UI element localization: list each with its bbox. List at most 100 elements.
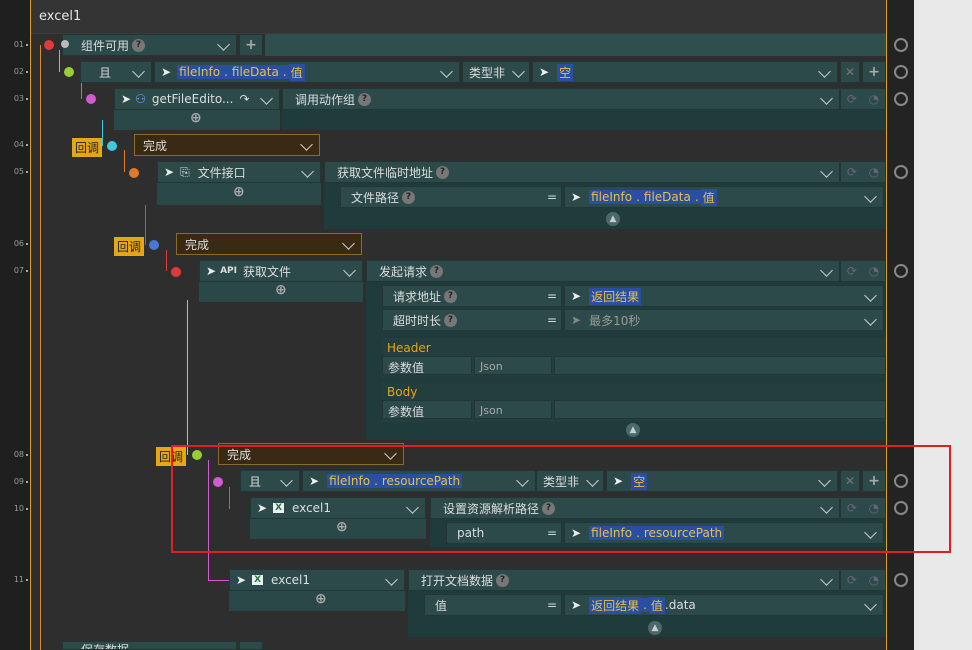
help-icon[interactable]: ? [444,289,458,303]
chevron-down-icon [440,65,453,78]
add-subaction-icon[interactable]: ⊕ [275,282,287,298]
cursor-icon: ➤ [206,264,217,278]
action-tools[interactable]: ⟳ ◔ [840,260,886,282]
refresh-icon[interactable]: ⟳ [847,92,857,106]
action-target-select[interactable]: ➤ ⎘ 文件接口 [157,161,321,183]
action-type-select[interactable]: 打开文档数据 ? [408,569,840,591]
line-number: 08 [0,450,28,460]
chevron-down-icon [864,598,877,611]
body-type[interactable]: Json [474,400,552,419]
help-icon[interactable]: ? [402,190,416,204]
connector-line [124,150,125,172]
body-title: Body [387,385,418,399]
node-dot[interactable] [64,67,74,77]
node-dot[interactable] [171,267,181,277]
collapse-icon[interactable]: ▲ [606,212,620,226]
action-type-select[interactable]: 调用动作组 ? [282,88,840,110]
chevron-down-icon [820,573,833,586]
action-type-select[interactable]: 发起请求 ? [366,260,840,282]
connector-line [208,580,230,581]
node-dot[interactable] [44,40,54,50]
action-body [282,110,886,130]
action-tools[interactable]: ⟳ ◔ [840,88,886,110]
add-subaction-icon[interactable]: ⊕ [315,591,327,607]
help-icon[interactable]: ? [358,92,372,106]
header-value-input[interactable] [554,356,886,375]
action-target-select[interactable]: ➤ ⚇ getFileEdito... ↷ [114,88,280,110]
delete-button[interactable]: ✕ [840,61,860,83]
help-icon[interactable]: ? [430,264,444,278]
clock-icon[interactable]: ◔ [869,573,879,587]
clock-icon[interactable]: ◔ [869,92,879,106]
action-tools[interactable]: ⟳ ◔ [840,569,886,591]
header-type[interactable]: Json [474,356,552,375]
add-condition-button[interactable]: + [862,61,886,83]
window-title: excel1 [31,0,886,34]
add-subaction-icon[interactable]: ⊕ [233,184,245,200]
collapse-icon[interactable]: ▲ [626,423,640,437]
action-type-label: 调用动作组 [295,92,356,107]
condition-dropdown[interactable]: 保存数据 [62,641,237,650]
token-filedata: fileData [641,190,693,204]
action-target-select[interactable]: ➤ API 获取文件 [199,260,363,282]
callback-select[interactable]: 完成 [176,233,362,255]
node-dot[interactable] [86,94,96,104]
chevron-down-icon [301,165,314,178]
connector-line [59,50,60,72]
gear-icon[interactable] [894,38,908,52]
clock-icon[interactable]: ◔ [869,264,879,278]
action-target-label: 文件接口 [197,165,246,180]
subaction-area: ⊕ [199,282,363,302]
chevron-down-icon [132,65,145,78]
body-value-input[interactable] [554,400,886,419]
equals-sign: = [546,598,557,612]
chevron-down-icon [820,165,833,178]
param-value-selector[interactable]: ➤ 返回结果. 值. data [564,594,884,616]
param-value-selector[interactable]: ➤ fileInfo. fileData. 值 [564,186,884,208]
token-value: 值 [648,596,665,614]
refresh-icon[interactable]: ⟳ [847,264,857,278]
url-value-selector[interactable]: ➤ 返回结果 [564,285,884,307]
gear-icon[interactable] [894,65,908,79]
chevron-down-icon [820,92,833,105]
add-button[interactable] [239,641,263,650]
chevron-down-icon [512,65,525,78]
field-selector[interactable]: ➤ fileInfo. fileData. 值 [154,61,460,83]
clock-icon[interactable]: ◔ [869,165,879,179]
callback-select[interactable]: 完成 [134,134,320,156]
line-number: 05 [0,167,28,177]
add-subaction-icon[interactable]: ⊕ [190,110,202,126]
action-tools[interactable]: ⟳ ◔ [840,161,886,183]
node-dot[interactable] [107,141,117,151]
cursor-icon: ➤ [236,573,247,587]
refresh-icon[interactable]: ⟳ [847,165,857,179]
line-number: 10 [0,504,28,514]
node-dot[interactable] [129,168,139,178]
collapse-icon[interactable]: ▲ [648,621,662,635]
add-button[interactable]: + [239,34,263,56]
value-selector[interactable]: ➤ 空 [532,61,838,83]
gear-icon[interactable] [894,92,908,106]
help-icon[interactable]: ? [132,38,146,52]
chevron-down-icon [864,190,877,203]
action-target-select[interactable]: ➤ X excel1 [229,569,405,591]
logic-operator-select[interactable]: 且 [80,61,152,83]
action-type-label: 打开文档数据 [421,573,494,588]
type-select[interactable]: 类型非 [462,61,530,83]
gear-icon[interactable] [894,264,908,278]
help-icon[interactable]: ? [444,313,458,327]
highlight-annotation [171,445,951,553]
refresh-icon[interactable]: ⟳ [847,573,857,587]
help-icon[interactable]: ? [496,573,510,587]
cursor-icon: ➤ [571,289,582,303]
gear-icon[interactable] [894,165,908,179]
callback-tag: 回调 [114,237,145,256]
chevron-down-icon [864,289,877,302]
condition-dropdown[interactable]: 组件可用 ? [61,34,237,56]
action-target-label: 获取文件 [242,264,291,279]
help-icon[interactable]: ? [436,165,450,179]
gear-icon[interactable] [894,573,908,587]
action-type-select[interactable]: 获取文件临时地址 ? [324,161,840,183]
node-dot[interactable] [149,240,159,250]
timeout-input[interactable]: ➤ 最多10秒 [564,309,884,331]
